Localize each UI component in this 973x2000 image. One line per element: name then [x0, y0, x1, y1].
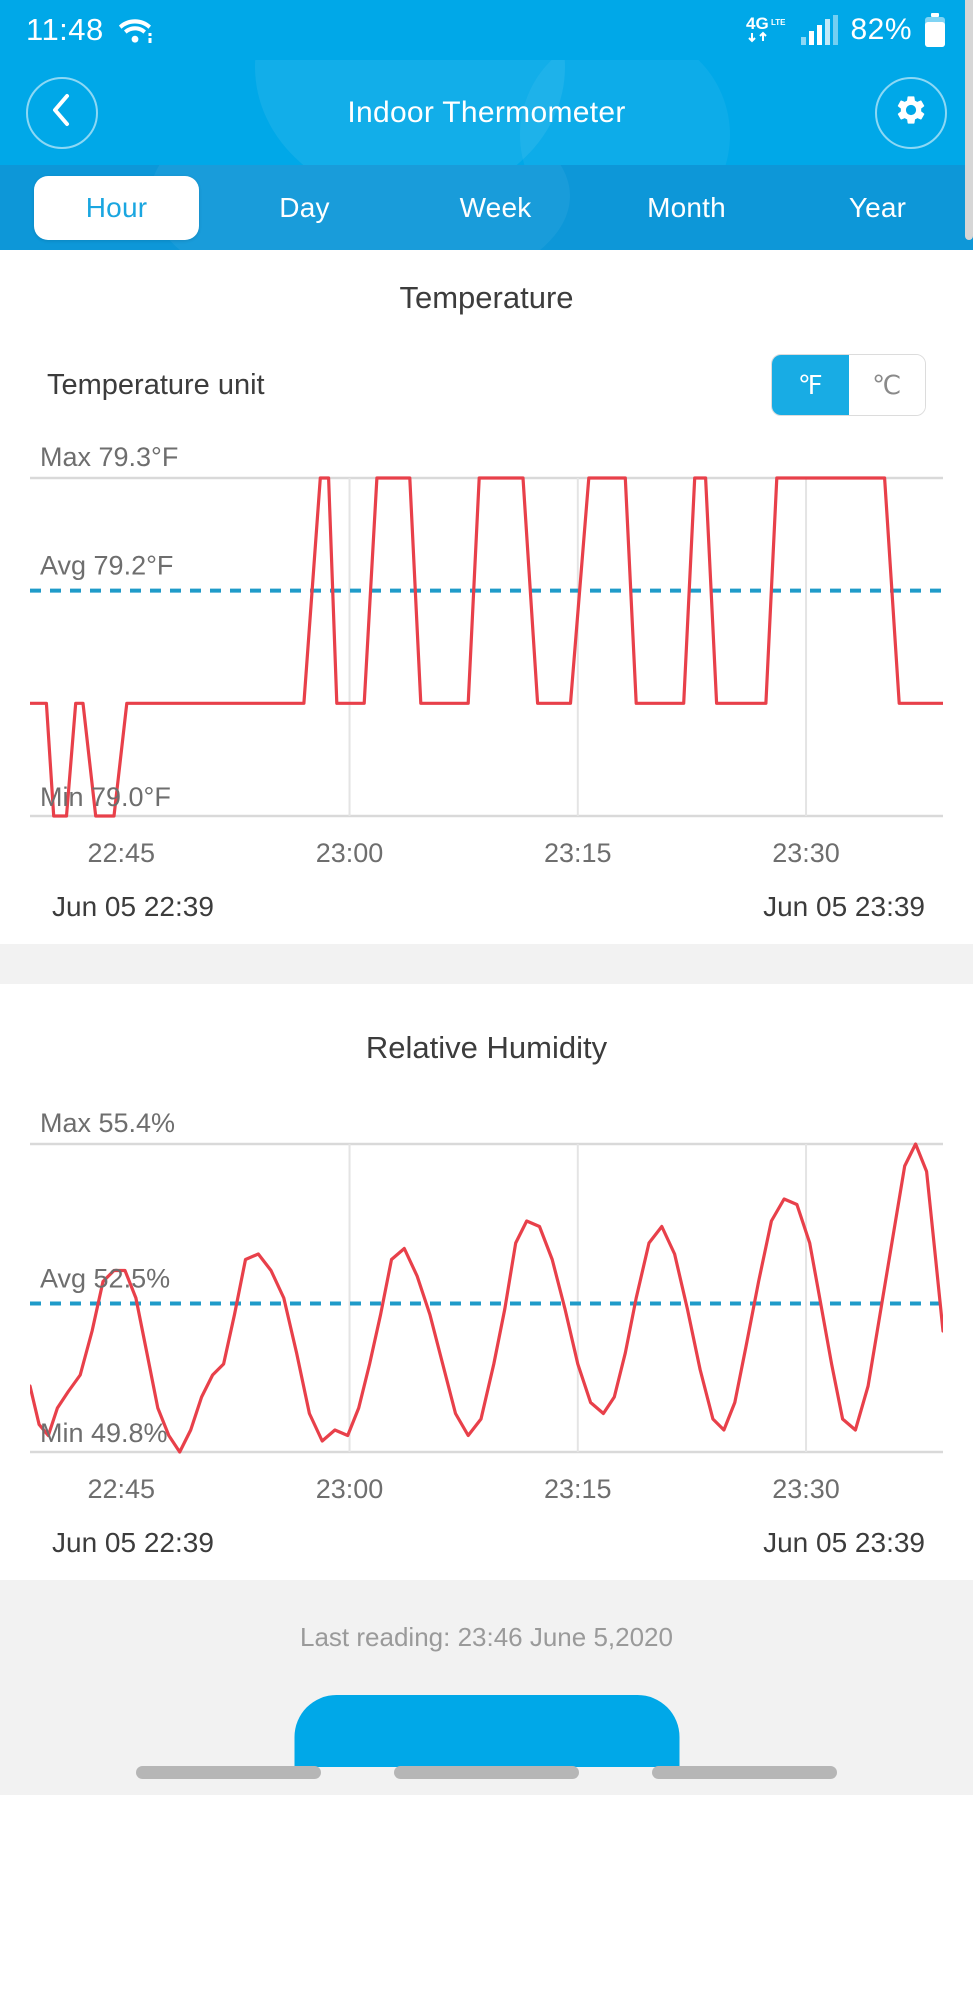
signal-bars-icon — [801, 15, 839, 45]
svg-text:Jun 05 22:39: Jun 05 22:39 — [52, 1527, 214, 1558]
status-bar-right: 4G LTE 82% — [746, 13, 947, 47]
back-button[interactable] — [26, 76, 98, 149]
svg-text:Jun 05 22:39: Jun 05 22:39 — [52, 891, 214, 922]
status-bar-left: 11:48 — [26, 12, 152, 48]
humidity-axis-svg: 22:45 23:00 23:15 23:30 Jun 05 22:39 Jun 05 2… — [52, 1474, 925, 1558]
tab-month[interactable]: Month — [591, 192, 782, 224]
temperature-axis-labels: 22:45 23:00 23:15 23:30 Jun 05 22:39 Jun 05 2… — [0, 826, 973, 936]
status-bar: 11:48 4G LTE 82% — [0, 0, 973, 60]
svg-text:22:45: 22:45 — [88, 1474, 156, 1504]
humidity-title: Relative Humidity — [365, 1030, 608, 1065]
svg-text:23:30: 23:30 — [772, 838, 840, 868]
settings-button[interactable] — [875, 76, 947, 149]
svg-text:Jun 05 23:39: Jun 05 23:39 — [763, 1527, 925, 1558]
svg-text:22:45: 22:45 — [88, 838, 156, 868]
svg-text:23:00: 23:00 — [316, 838, 384, 868]
temperature-chart: Max 79.3°F Avg 79.2°F Min 79.0°F — [0, 426, 973, 826]
temperature-unit-toggle[interactable]: ℉ ℃ — [771, 354, 926, 416]
temperature-unit-row: Temperature unit ℉ ℃ — [0, 326, 973, 426]
temperature-unit-label: Temperature unit — [47, 368, 265, 401]
tab-day[interactable]: Day — [209, 192, 400, 224]
humidity-chart-svg: Max 55.4% Avg 52.5% Min 49.8% — [30, 1108, 943, 1454]
svg-text:Max 55.4%: Max 55.4% — [40, 1108, 175, 1138]
svg-text:Avg 79.2°F: Avg 79.2°F — [40, 551, 173, 581]
nav-pill-home[interactable] — [393, 1766, 579, 1779]
tab-year[interactable]: Year — [782, 192, 973, 224]
svg-text:Min 79.0°F: Min 79.0°F — [40, 782, 171, 812]
unit-option-celsius[interactable]: ℃ — [848, 355, 925, 415]
tab-hour[interactable]: Hour — [34, 175, 199, 240]
humidity-card: Relative Humidity Max 55.4% Avg 52.5% Min … — [0, 984, 973, 1580]
system-nav-zone — [0, 1695, 973, 1795]
svg-text:4G: 4G — [746, 14, 769, 33]
svg-text:23:15: 23:15 — [544, 838, 612, 868]
battery-icon — [923, 13, 947, 47]
svg-text:Jun 05 23:39: Jun 05 23:39 — [763, 891, 925, 922]
period-tabbar[interactable]: Hour Day Week Month Year — [0, 165, 973, 250]
unit-option-fahrenheit[interactable]: ℉ — [772, 355, 849, 415]
svg-text:LTE: LTE — [771, 18, 786, 27]
tab-week[interactable]: Week — [400, 192, 591, 224]
gear-icon — [894, 93, 928, 132]
card-separator — [0, 0, 973, 984]
app-header: Indoor Thermometer — [0, 60, 973, 165]
temperature-chart-svg: Max 79.3°F Avg 79.2°F Min 79.0°F — [30, 442, 943, 818]
status-time: 11:48 — [26, 12, 104, 47]
nav-pill-recent[interactable] — [651, 1766, 837, 1779]
page-title: Indoor Thermometer — [347, 95, 626, 129]
chevron-left-icon — [49, 93, 75, 132]
svg-text:Max 79.3°F: Max 79.3°F — [40, 442, 178, 472]
floating-action-button[interactable] — [294, 1695, 679, 1767]
battery-percent-label: 82% — [850, 13, 912, 46]
system-nav-bars — [0, 1766, 973, 1779]
svg-text:23:00: 23:00 — [316, 1474, 384, 1504]
svg-text:23:15: 23:15 — [544, 1474, 612, 1504]
temperature-axis-svg: 22:45 23:00 23:15 23:30 Jun 05 22:39 Jun 05 2… — [52, 838, 925, 922]
temperature-card: Temperature Temperature unit ℉ ℃ Max 79.… — [0, 250, 973, 944]
svg-text:23:30: 23:30 — [772, 1474, 840, 1504]
4g-lte-icon: 4G LTE — [746, 13, 790, 47]
last-reading-label: Last reading: 23:46 June 5,2020 — [300, 1622, 673, 1652]
svg-text:Min 49.8%: Min 49.8% — [40, 1418, 168, 1448]
wifi-icon — [118, 16, 152, 44]
humidity-axis-labels: 22:45 23:00 23:15 23:30 Jun 05 22:39 Jun 05 2… — [0, 1462, 973, 1572]
humidity-chart: Max 55.4% Avg 52.5% Min 49.8% — [0, 1092, 973, 1462]
nav-pill-back[interactable] — [136, 1766, 322, 1779]
svg-text:Avg 52.5%: Avg 52.5% — [40, 1264, 170, 1294]
footer: Last reading: 23:46 June 5,2020 — [0, 1580, 973, 1695]
temperature-title: Temperature — [399, 280, 574, 315]
